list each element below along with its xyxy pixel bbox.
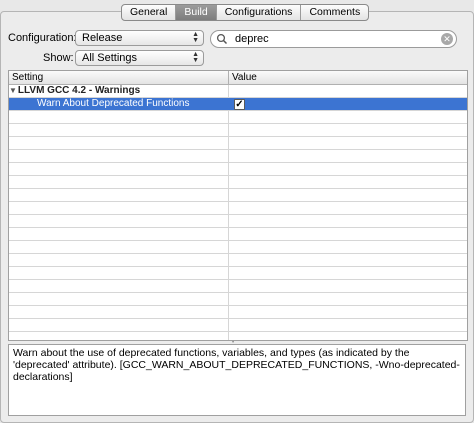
popup-arrows-icon: ▲ ▼ bbox=[192, 51, 199, 64]
setting-name: Warn About Deprecated Functions bbox=[9, 98, 229, 110]
configuration-popup[interactable]: Release ▲ ▼ bbox=[75, 30, 204, 46]
setting-description: Warn about the use of deprecated functio… bbox=[8, 344, 466, 416]
empty-row bbox=[9, 228, 467, 241]
empty-row bbox=[9, 293, 467, 306]
empty-row bbox=[9, 267, 467, 280]
search-field[interactable]: deprec ✕ bbox=[210, 30, 457, 48]
tab-configurations[interactable]: Configurations bbox=[217, 5, 302, 20]
empty-row bbox=[9, 332, 467, 340]
empty-row bbox=[9, 137, 467, 150]
popup-arrows-icon: ▲ ▼ bbox=[192, 31, 199, 44]
empty-row bbox=[9, 176, 467, 189]
column-header-value[interactable]: Value bbox=[229, 71, 257, 84]
tab-comments[interactable]: Comments bbox=[301, 5, 368, 20]
empty-row bbox=[9, 111, 467, 124]
settings-table: Setting Value ▼LLVM GCC 4.2 - Warnings W… bbox=[8, 70, 468, 341]
empty-row bbox=[9, 280, 467, 293]
value-checkbox[interactable]: ✓ bbox=[234, 99, 245, 110]
search-icon[interactable] bbox=[216, 33, 228, 45]
empty-row bbox=[9, 215, 467, 228]
empty-row bbox=[9, 241, 467, 254]
column-header-setting[interactable]: Setting bbox=[9, 71, 229, 84]
empty-row bbox=[9, 189, 467, 202]
empty-row bbox=[9, 124, 467, 137]
tab-bar: General Build Configurations Comments bbox=[121, 4, 370, 21]
search-input[interactable]: deprec bbox=[235, 33, 269, 46]
show-value: All Settings bbox=[82, 52, 138, 64]
group-label: LLVM GCC 4.2 - Warnings bbox=[17, 85, 141, 96]
empty-row bbox=[9, 202, 467, 215]
tab-general[interactable]: General bbox=[122, 5, 177, 20]
configuration-label: Configuration: bbox=[8, 32, 77, 44]
disclosure-triangle-icon[interactable]: ▼ bbox=[9, 85, 17, 97]
empty-row bbox=[9, 163, 467, 176]
tab-build[interactable]: Build bbox=[176, 5, 217, 20]
clear-search-icon[interactable]: ✕ bbox=[441, 33, 453, 45]
configuration-value: Release bbox=[82, 32, 123, 44]
empty-row bbox=[9, 150, 467, 163]
empty-row bbox=[9, 254, 467, 267]
group-row[interactable]: ▼LLVM GCC 4.2 - Warnings bbox=[9, 85, 467, 98]
table-header: Setting Value bbox=[9, 71, 467, 85]
table-row[interactable]: Warn About Deprecated Functions ✓ bbox=[9, 98, 467, 111]
show-label: Show: bbox=[43, 52, 74, 64]
empty-row bbox=[9, 319, 467, 332]
empty-row bbox=[9, 306, 467, 319]
show-popup[interactable]: All Settings ▲ ▼ bbox=[75, 50, 204, 66]
